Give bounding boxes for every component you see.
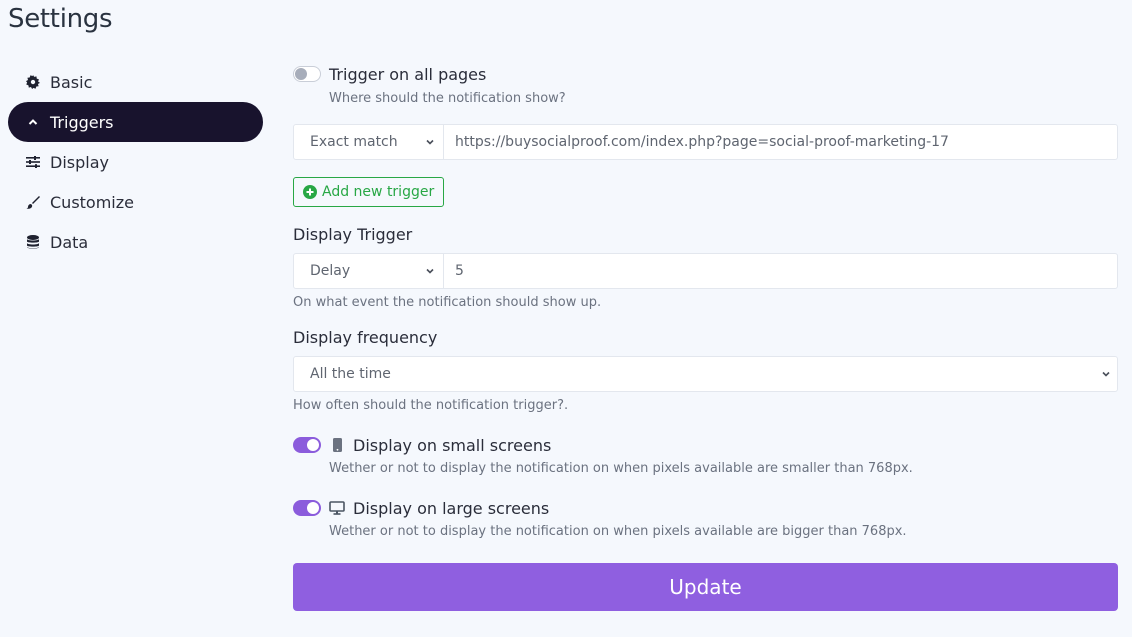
sidebar-item-customize[interactable]: Customize: [8, 182, 263, 222]
display-trigger-type-value: Delay: [310, 263, 351, 279]
display-trigger-value-input[interactable]: 5: [444, 254, 1117, 288]
add-trigger-button[interactable]: Add new trigger: [293, 177, 445, 207]
large-screens-row: Display on large screens: [293, 494, 1118, 522]
display-frequency-label: Display frequency: [293, 328, 438, 347]
chevron-up-icon: [24, 113, 42, 131]
large-screens-help: Wether or not to display the notificatio…: [329, 524, 907, 539]
display-trigger-help: On what event the notification should sh…: [293, 295, 602, 310]
add-trigger-label: Add new trigger: [322, 184, 435, 200]
page-title: Settings: [8, 4, 113, 34]
sidebar-item-data[interactable]: Data: [8, 222, 263, 262]
update-button[interactable]: Update: [293, 563, 1118, 611]
small-screens-toggle[interactable]: [293, 437, 321, 453]
database-icon: [24, 233, 42, 251]
sidebar-item-label: Data: [50, 232, 89, 252]
settings-sidebar: Basic Triggers Display Customize Data: [8, 62, 263, 262]
gear-icon: [24, 73, 42, 91]
chevron-down-icon: [426, 268, 434, 274]
sidebar-item-triggers[interactable]: Triggers: [8, 102, 263, 142]
desktop-icon: [329, 500, 345, 516]
display-frequency-help: How often should the notification trigge…: [293, 398, 569, 413]
plus-circle-icon: [303, 185, 317, 199]
chevron-down-icon: [1102, 371, 1110, 377]
match-type-select[interactable]: Exact match: [294, 125, 444, 159]
large-screens-toggle[interactable]: [293, 500, 321, 516]
match-type-value: Exact match: [310, 134, 398, 150]
chevron-down-icon: [426, 139, 434, 145]
display-frequency-value: All the time: [310, 366, 391, 382]
sidebar-item-label: Display: [50, 152, 109, 172]
trigger-all-pages-row: Trigger on all pages: [293, 60, 1118, 88]
sidebar-item-basic[interactable]: Basic: [8, 62, 263, 102]
sidebar-item-display[interactable]: Display: [8, 142, 263, 182]
display-trigger-label: Display Trigger: [293, 225, 413, 244]
trigger-all-pages-label: Trigger on all pages: [329, 64, 487, 84]
triggers-panel: Trigger on all pages Where should the no…: [293, 60, 1118, 611]
sidebar-item-label: Triggers: [50, 112, 114, 132]
trigger-url-input[interactable]: https://buysocialproof.com/index.php?pag…: [444, 125, 1117, 159]
small-screens-help: Wether or not to display the notificatio…: [329, 461, 913, 476]
small-screens-label: Display on small screens: [353, 435, 552, 455]
sidebar-item-label: Customize: [50, 192, 134, 212]
trigger-all-pages-toggle[interactable]: [293, 66, 321, 82]
large-screens-label: Display on large screens: [353, 498, 550, 518]
display-frequency-select[interactable]: All the time: [293, 356, 1118, 392]
mobile-icon: [329, 437, 345, 453]
paintbrush-icon: [24, 193, 42, 211]
display-trigger-group: Delay 5: [293, 253, 1118, 289]
sliders-icon: [24, 153, 42, 171]
trigger-all-pages-help: Where should the notification show?: [329, 91, 566, 106]
trigger-rule: Exact match https://buysocialproof.com/i…: [293, 124, 1118, 160]
small-screens-row: Display on small screens: [293, 431, 1118, 459]
sidebar-item-label: Basic: [50, 72, 93, 92]
display-trigger-type-select[interactable]: Delay: [294, 254, 444, 288]
